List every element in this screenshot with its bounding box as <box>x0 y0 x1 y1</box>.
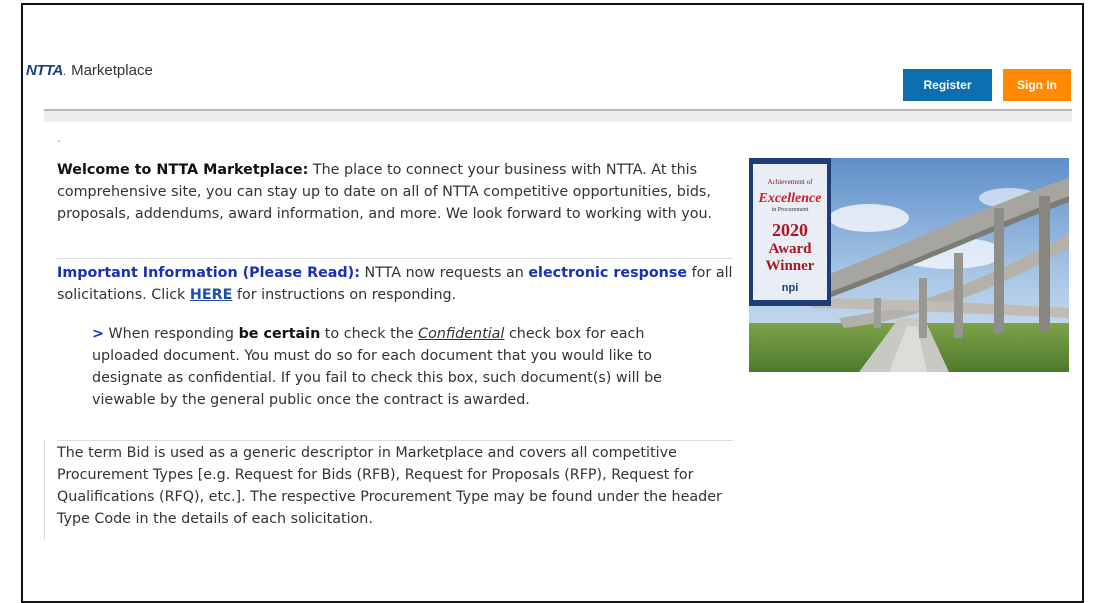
logo-dot: . <box>62 67 67 78</box>
ntta-marketplace-logo[interactable]: NTTA. Marketplace <box>26 62 153 79</box>
confidential-note-paragraph: > When responding be certain to check th… <box>92 323 712 411</box>
badge-award: Award <box>768 241 812 257</box>
section-divider <box>57 258 733 259</box>
important-lead: Important Information (Please Read): <box>57 265 360 281</box>
important-paragraph: Important Information (Please Read): NTT… <box>57 262 733 306</box>
important-text-3: for instructions on responding. <box>232 287 457 303</box>
left-edge-line <box>44 440 45 540</box>
tiny-mark <box>58 140 60 142</box>
logo-brand: NTTA <box>26 62 63 79</box>
badge-org: npi <box>782 282 799 294</box>
badge-year: 2020 <box>772 220 808 240</box>
important-text-1: NTTA now requests an <box>359 265 529 281</box>
badge-winner: Winner <box>766 258 815 274</box>
be-certain-emphasis: be certain <box>238 326 321 342</box>
welcome-lead: Welcome to NTTA Marketplace: <box>57 162 309 178</box>
badge-line3: in Procurement <box>772 207 809 213</box>
sign-in-button[interactable]: Sign In <box>1003 69 1071 101</box>
register-button[interactable]: Register <box>903 69 992 101</box>
important-section: Important Information (Please Read): NTT… <box>57 262 733 306</box>
badge-line2: Excellence <box>758 191 822 206</box>
logo-text: Marketplace <box>71 62 153 79</box>
section-divider-2 <box>57 440 733 441</box>
badge-line1: Achievement of <box>768 178 814 186</box>
welcome-paragraph: Welcome to NTTA Marketplace: The place t… <box>57 159 733 225</box>
note-text-2: to check the <box>320 326 419 342</box>
bid-info-section: The term Bid is used as a generic descri… <box>57 442 733 530</box>
bid-info-paragraph: The term Bid is used as a generic descri… <box>57 445 722 527</box>
header-band <box>44 111 1072 122</box>
arrow-marker: > <box>92 326 104 342</box>
electronic-response-emphasis: electronic response <box>528 265 688 281</box>
welcome-section: Welcome to NTTA Marketplace: The place t… <box>57 159 733 225</box>
award-highway-image: Achievement of Excellence in Procurement… <box>749 158 1069 372</box>
confidential-note: > When responding be certain to check th… <box>92 323 712 411</box>
confidential-term: Confidential <box>418 326 505 342</box>
here-instructions-link[interactable]: HERE <box>190 287 233 303</box>
note-text-1: When responding <box>103 326 239 342</box>
